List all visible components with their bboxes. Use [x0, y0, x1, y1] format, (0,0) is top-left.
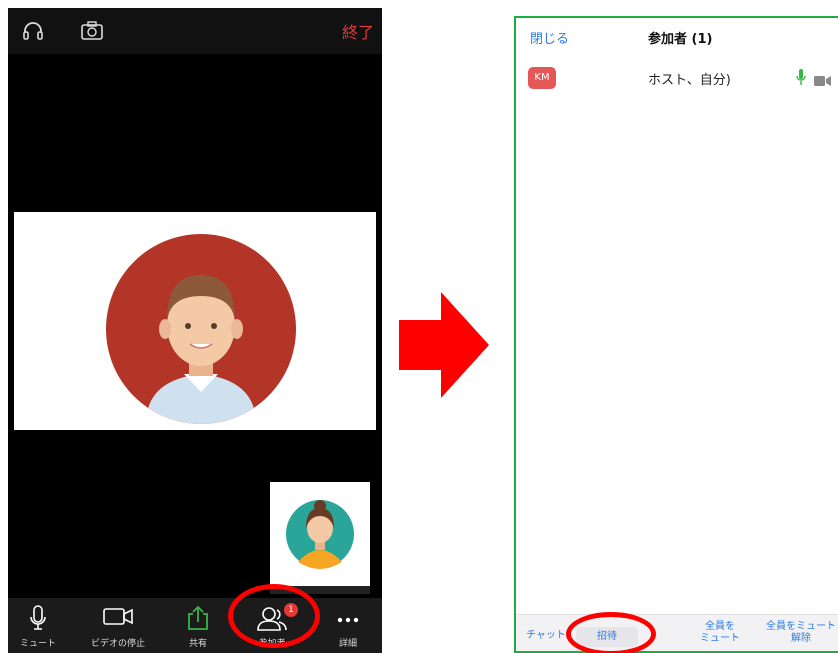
unmute-all-button[interactable]: 全員をミュート 解除: [761, 621, 838, 645]
video-camera-icon: [814, 72, 832, 91]
switch-camera-icon[interactable]: [80, 20, 104, 46]
participants-highlight: [228, 584, 320, 648]
participant-row[interactable]: KM ホスト、自分): [516, 56, 838, 100]
stop-video-button[interactable]: ビデオの停止: [82, 598, 154, 653]
participants-header: 閉じる 参加者 (1): [516, 18, 838, 54]
mute-all-button[interactable]: 全員を ミュート: [696, 621, 744, 645]
share-label: 共有: [188, 639, 207, 649]
share-button[interactable]: 共有: [178, 598, 218, 653]
mute-all-line1: 全員を: [705, 621, 735, 632]
meeting-top-bar: 終了: [8, 8, 382, 54]
participants-footer: チャット 招待 全員を ミュート 全員をミュート 解除: [516, 614, 838, 651]
male-avatar-image: [106, 234, 296, 424]
unmute-all-line2: 解除: [791, 633, 811, 644]
chat-button[interactable]: チャット: [526, 630, 566, 642]
stop-video-label: ビデオの停止: [90, 639, 145, 649]
participants-title: 参加者 (1): [648, 32, 713, 47]
participants-panel: 閉じる 参加者 (1) KM ホスト、自分) チャット 招待 全員を ミュート …: [514, 16, 838, 653]
microphone-icon: [30, 605, 46, 630]
end-meeting-button[interactable]: 終了: [342, 19, 374, 43]
video-camera-icon: [103, 608, 133, 625]
mute-button[interactable]: ミュート: [18, 598, 58, 653]
right-arrow-icon: [399, 290, 489, 404]
headphones-icon[interactable]: [22, 20, 44, 46]
mute-all-line2: ミュート: [700, 633, 740, 644]
mic-on-icon: [796, 68, 806, 90]
more-dots-icon: [337, 617, 359, 623]
mute-label: ミュート: [19, 639, 56, 649]
more-button[interactable]: 詳細: [328, 598, 368, 653]
self-video-thumbnail[interactable]: [270, 482, 370, 594]
participant-avatar: KM: [528, 67, 556, 89]
meeting-toolbar: ミュート ビデオの停止 共有 1 参加者 詳細: [8, 598, 382, 653]
participant-name-redacted: [564, 70, 644, 86]
close-button[interactable]: 閉じる: [530, 28, 569, 47]
meeting-screen: 終了 ミュート ビデオの停止 共有 1 参加者 詳細: [8, 8, 382, 653]
unmute-all-line1: 全員をミュート: [766, 621, 836, 632]
more-label: 詳細: [338, 639, 357, 649]
share-upload-icon: [188, 605, 208, 630]
participant-role: ホスト、自分): [648, 73, 731, 88]
meeting-title: [148, 25, 268, 35]
main-video-tile: [14, 212, 376, 430]
invite-highlight: [566, 612, 656, 653]
